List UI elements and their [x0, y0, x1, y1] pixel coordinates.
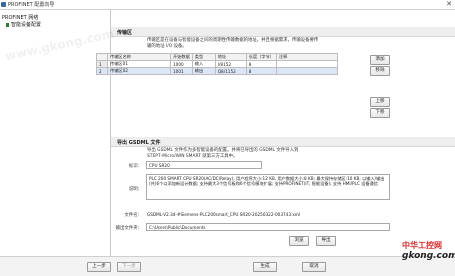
transfer-section-header: 传输区 — [111, 27, 455, 37]
description-label: 说明： — [128, 187, 142, 192]
table-row[interactable]: 1 传输区01 1000 输入 I/8152 8 — [96, 60, 338, 68]
col-header-index — [96, 53, 108, 61]
move-up-button[interactable]: 上移 — [370, 97, 390, 107]
app-icon — [1, 2, 6, 7]
browse-button[interactable]: 浏览 — [289, 236, 309, 246]
footer-bar: 上一步 下一步 生成 取消 — [0, 256, 455, 276]
transfer-description-2: 输的地址 I/O 设备。 — [147, 44, 187, 49]
output-folder-label: 输出文件夹： — [115, 226, 142, 231]
row-type[interactable]: 输入 — [191, 60, 216, 68]
remove-button[interactable]: 移除 — [370, 66, 390, 76]
row-address[interactable]: Q8/1152 — [214, 67, 247, 75]
export-section-title: 导出 GSDML 文件 — [117, 140, 161, 146]
row-start[interactable]: 1001 — [170, 67, 193, 75]
output-folder-field[interactable]: C:\Users\Public\Documents — [146, 223, 390, 231]
filename-value: GSDML-V2.34-#Siemens-PLC200smart_CPU SR2… — [147, 212, 301, 217]
col-header-start: 开始数据 — [170, 53, 193, 61]
add-button[interactable]: 添加 — [370, 55, 390, 65]
identifier-field[interactable]: CPU SR20 — [146, 161, 262, 169]
row-start[interactable]: 1000 — [170, 60, 193, 68]
col-header-address: 地址 — [214, 53, 247, 61]
col-header-length: 长度（字节） — [245, 53, 277, 61]
tree-item-label: 智能设备配置 — [11, 22, 42, 28]
next-button[interactable]: 下一步 — [117, 262, 141, 272]
generate-button[interactable]: 生成 — [253, 262, 277, 272]
row-name[interactable]: 传输区01 — [107, 60, 171, 68]
tree-root-profinet[interactable]: PROFINET 网络 — [2, 14, 38, 21]
col-header-name: 传输区名称 — [107, 53, 171, 61]
table-row[interactable]: 2 传输区02 1001 输出 Q8/1152 8 — [96, 67, 338, 75]
transfer-section-title: 传输区 — [117, 30, 133, 36]
identifier-label: 标识： — [128, 164, 142, 169]
device-icon — [6, 22, 9, 27]
col-header-comment: 注释 — [275, 53, 338, 61]
table-header-row: 传输区名称 开始数据 类型 地址 长度（字节） 注释 — [96, 53, 338, 61]
tree-item-smart-device[interactable]: 智能设备配置 — [6, 21, 41, 28]
description-textarea[interactable]: PLC 200 SMART CPU SR20(AC/DC/Relay); 用户程… — [146, 174, 390, 200]
title-bar: PROFINET 配置向导 ✕ — [0, 0, 455, 10]
cancel-button[interactable]: 取消 — [302, 262, 326, 272]
export-description-2: STEP7-Micro/WIN SMART 就第三方工具中。 — [147, 154, 238, 159]
row-comment[interactable] — [275, 67, 338, 75]
row-name[interactable]: 传输区02 — [107, 67, 171, 75]
filename-label: 文件名： — [124, 213, 142, 218]
row-length[interactable]: 8 — [245, 67, 277, 75]
previous-button[interactable]: 上一步 — [87, 262, 111, 272]
export-section-header: 导出 GSDML 文件 — [111, 137, 455, 147]
window-title: PROFINET 配置向导 — [8, 2, 55, 8]
row-comment[interactable] — [275, 60, 338, 68]
row-index: 1 — [96, 60, 108, 68]
col-header-type: 类型 — [191, 53, 216, 61]
close-icon[interactable]: ✕ — [446, 0, 452, 8]
row-address[interactable]: I/8152 — [214, 60, 247, 68]
transfer-table: 传输区名称 开始数据 类型 地址 长度（字节） 注释 1 传输区01 1000 … — [96, 53, 338, 75]
row-length[interactable]: 8 — [245, 60, 277, 68]
export-button[interactable]: 导出 — [316, 236, 336, 246]
transfer-table-wrap: 传输区名称 开始数据 类型 地址 长度（字节） 注释 1 传输区01 1000 … — [96, 53, 338, 75]
row-type[interactable]: 输出 — [191, 67, 216, 75]
row-index: 2 — [96, 67, 108, 75]
move-down-button[interactable]: 下移 — [370, 108, 390, 118]
watermark-logo-text: 中华工控网 — [402, 241, 442, 250]
watermark-logo-url: gkong.com — [402, 251, 455, 261]
